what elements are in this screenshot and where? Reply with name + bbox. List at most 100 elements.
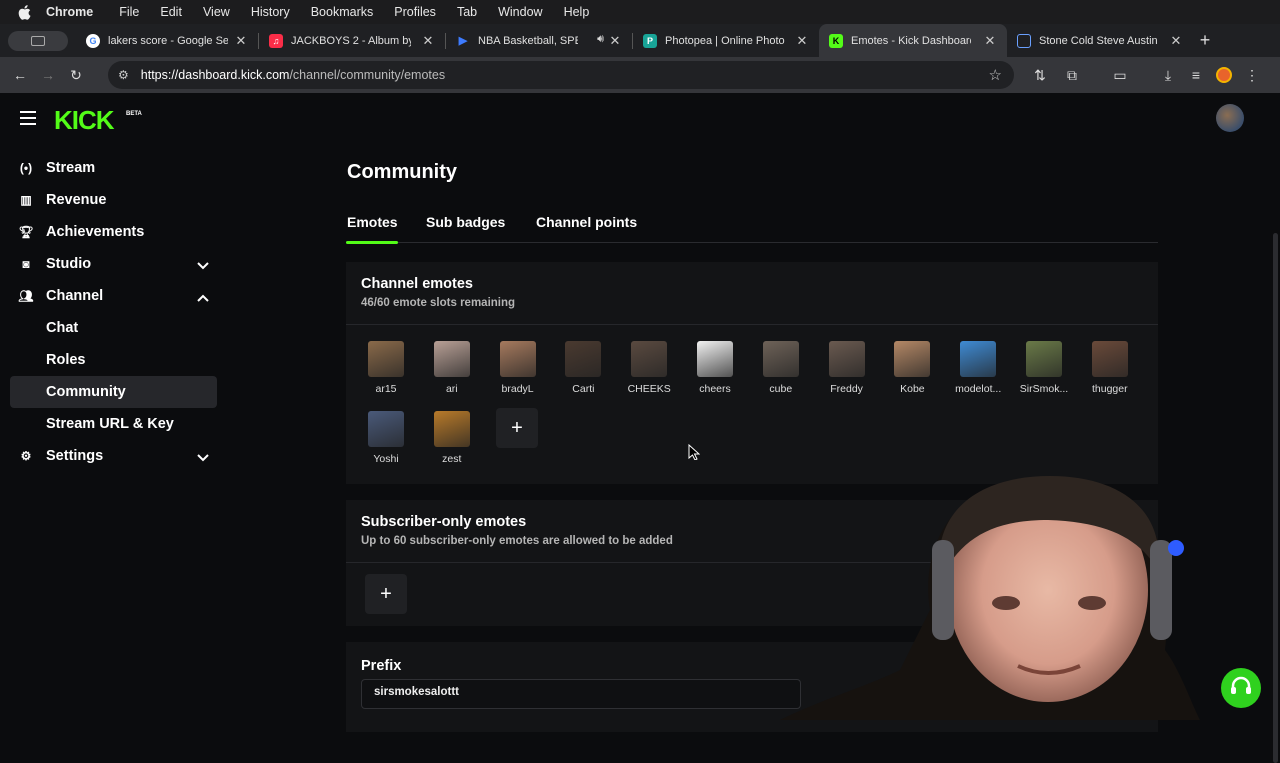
new-tab-icon[interactable]: +	[1193, 24, 1217, 57]
back-arrow-icon[interactable]: ←	[6, 61, 34, 89]
close-icon[interactable]: ✕	[234, 33, 248, 49]
emote-item[interactable]: bradyL	[493, 341, 543, 395]
chevron-up-icon[interactable]	[197, 290, 209, 306]
sidebar-item-channel[interactable]: 👥︎ Channel	[10, 280, 217, 312]
tab-title: Emotes - Kick Dashboard	[851, 34, 971, 47]
emote-item[interactable]: CHEEKS	[624, 341, 674, 395]
menu-profiles[interactable]: Profiles	[394, 5, 436, 19]
more-menu-icon[interactable]: ⋮	[1238, 61, 1266, 89]
menu-file[interactable]: File	[119, 5, 139, 19]
apple-music-icon: ♫	[269, 33, 283, 48]
tab-sub-badges[interactable]: Sub badges	[426, 214, 505, 230]
tab-group-pill[interactable]	[8, 31, 68, 51]
menu-view[interactable]: View	[203, 5, 230, 19]
emote-item[interactable]: SirSmok...	[1019, 341, 1069, 395]
puzzle-icon[interactable]: ⧉	[1058, 61, 1086, 89]
menu-history[interactable]: History	[251, 5, 290, 19]
browser-tab-strip: G lakers score - Google Se ✕ ♫ JACKBOYS …	[0, 24, 1280, 57]
tab-title: Photopea | Online Photo	[665, 34, 785, 47]
close-icon[interactable]: ✕	[421, 33, 435, 49]
close-icon[interactable]: ✕	[983, 33, 997, 49]
tab-title: JACKBOYS 2 - Album by	[291, 34, 411, 47]
emote-name: bradyL	[501, 383, 534, 395]
download-icon[interactable]: ⤓	[1154, 61, 1182, 89]
tab-overview-icon	[31, 36, 45, 46]
add-emote-button[interactable]: +	[496, 408, 538, 448]
stream-icon: (•)	[19, 161, 33, 175]
sidebar-item-chat[interactable]: Chat	[10, 312, 217, 344]
address-bar[interactable]: ⚙ https://dashboard.kick.com /channel/co…	[108, 61, 1014, 89]
sidebar-item-label: Stream URL & Key	[46, 416, 174, 432]
sidebar-item-stream-url-key[interactable]: Stream URL & Key	[10, 408, 217, 440]
photopea-icon: P	[643, 33, 657, 48]
extension-icon[interactable]: ⇅	[1026, 61, 1054, 89]
sidebar-item-label: Achievements	[46, 224, 145, 240]
menu-bookmarks[interactable]: Bookmarks	[311, 5, 374, 19]
help-chat-button[interactable]	[1221, 668, 1261, 708]
page-scrollbar[interactable]	[1273, 233, 1278, 763]
reload-icon[interactable]: ↻	[62, 61, 90, 89]
tab-kick-emotes[interactable]: K Emotes - Kick Dashboard ✕	[819, 24, 1007, 57]
emote-item[interactable]: zest	[427, 411, 477, 465]
emote-item[interactable]: cube	[756, 341, 806, 395]
kick-logo[interactable]: KICK BETA	[54, 105, 144, 138]
close-icon[interactable]: ✕	[608, 33, 622, 49]
sidebar-item-community[interactable]: Community	[10, 376, 217, 408]
user-avatar[interactable]	[1216, 104, 1244, 132]
emote-item[interactable]: Freddy	[822, 341, 872, 395]
hamburger-menu-icon[interactable]	[20, 111, 36, 125]
emote-name: Yoshi	[373, 453, 399, 465]
emote-item[interactable]: Kobe	[887, 341, 937, 395]
menu-edit[interactable]: Edit	[160, 5, 182, 19]
media-control-icon[interactable]: ≡	[1182, 61, 1210, 89]
sidebar-item-roles[interactable]: Roles	[10, 344, 217, 376]
emote-item[interactable]: ari	[427, 341, 477, 395]
apple-icon[interactable]	[16, 4, 32, 20]
url-path: /channel/community/emotes	[289, 68, 446, 82]
sidebar-item-label: Chat	[46, 320, 79, 336]
sidebar-item-studio[interactable]: ◙ Studio	[10, 248, 217, 280]
studio-icon: ◙	[22, 257, 30, 271]
emote-item[interactable]: thugger	[1085, 341, 1135, 395]
menu-app-name[interactable]: Chrome	[46, 5, 93, 19]
tab-photopea[interactable]: P Photopea | Online Photo ✕	[633, 24, 819, 57]
emote-image	[828, 341, 865, 377]
emote-item[interactable]: cheers	[690, 341, 740, 395]
emote-image	[631, 341, 668, 377]
menu-help[interactable]: Help	[564, 5, 590, 19]
sidebar-item-stream[interactable]: (•) Stream	[10, 152, 217, 184]
emote-item[interactable]: modelot...	[953, 341, 1003, 395]
chevron-down-icon[interactable]	[197, 258, 209, 274]
sidebar-item-revenue[interactable]: ▥ Revenue	[10, 184, 217, 216]
tab-apple-music[interactable]: ♫ JACKBOYS 2 - Album by ✕	[259, 24, 445, 57]
menu-window[interactable]: Window	[498, 5, 542, 19]
screen-capture-icon[interactable]: ▭	[1106, 61, 1134, 89]
webcam-overlay	[780, 470, 1200, 720]
card-title: Channel emotes	[361, 276, 473, 292]
sidebar: (•) Stream ▥ Revenue 🏆︎ Achievements ◙ S…	[10, 152, 217, 472]
profile-icon[interactable]	[1210, 61, 1238, 89]
emote-item[interactable]: Carti	[558, 341, 608, 395]
tab-channel-points[interactable]: Channel points	[536, 214, 637, 230]
tab-emotes[interactable]: Emotes	[347, 214, 398, 230]
tab-nba[interactable]: ▶ NBA Basketball, SPE 🔊︎ ✕	[446, 24, 632, 57]
forward-arrow-icon[interactable]: →	[34, 61, 62, 89]
emote-item[interactable]: Yoshi	[361, 411, 411, 465]
emote-name: Freddy	[830, 383, 863, 395]
sidebar-item-achievements[interactable]: 🏆︎ Achievements	[10, 216, 217, 248]
bookmark-star-icon[interactable]: ☆	[989, 66, 1002, 84]
tab-stone-cold[interactable]: Stone Cold Steve Austin ✕	[1007, 24, 1193, 57]
close-icon[interactable]: ✕	[1169, 33, 1183, 49]
speaker-icon[interactable]: 🔊︎	[597, 33, 604, 46]
sidebar-item-settings[interactable]: ⚙ Settings	[10, 440, 217, 472]
site-settings-icon[interactable]: ⚙	[118, 68, 129, 82]
tab-google[interactable]: G lakers score - Google Se ✕	[76, 24, 258, 57]
emote-image	[433, 411, 470, 447]
chevron-down-icon[interactable]	[197, 450, 209, 466]
add-subscriber-emote-button[interactable]: +	[365, 574, 407, 614]
tab-title: Stone Cold Steve Austin	[1039, 34, 1158, 47]
close-icon[interactable]: ✕	[795, 33, 809, 49]
prefix-input[interactable]: sirsmokesalottt	[361, 679, 801, 709]
emote-item[interactable]: ar15	[361, 341, 411, 395]
menu-tab[interactable]: Tab	[457, 5, 477, 19]
